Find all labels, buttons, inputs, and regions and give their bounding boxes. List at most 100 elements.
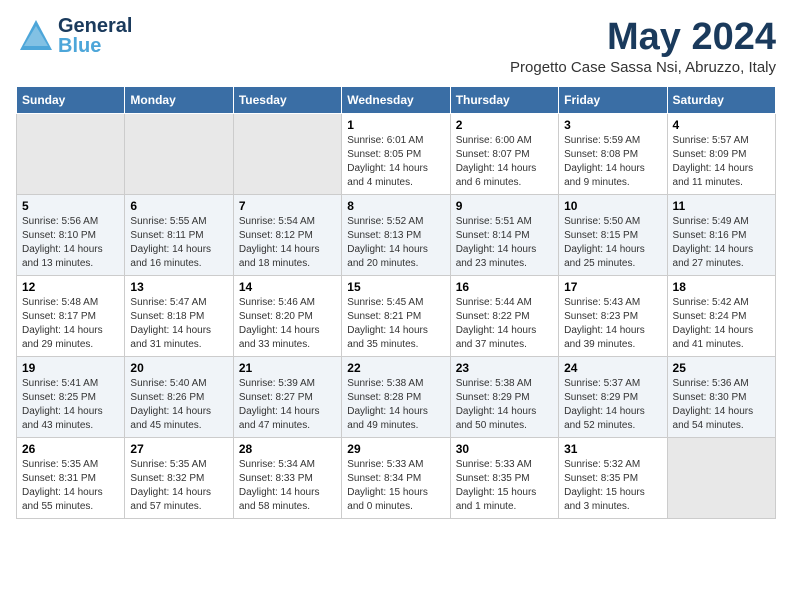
calendar-week-row: 5Sunrise: 5:56 AMSunset: 8:10 PMDaylight…: [17, 195, 776, 276]
day-number: 9: [456, 199, 553, 213]
calendar-week-row: 12Sunrise: 5:48 AMSunset: 8:17 PMDayligh…: [17, 276, 776, 357]
day-info: Sunrise: 6:00 AMSunset: 8:07 PMDaylight:…: [456, 134, 553, 190]
logo-general-text: General: [58, 16, 132, 36]
day-info: Sunrise: 6:01 AMSunset: 8:05 PMDaylight:…: [347, 134, 444, 190]
day-info: Sunrise: 5:50 AMSunset: 8:15 PMDaylight:…: [564, 215, 661, 271]
day-info: Sunrise: 5:40 AMSunset: 8:26 PMDaylight:…: [130, 377, 227, 433]
calendar-cell: 9 Sunrise: 5:51 AMSunset: 8:14 PMDaylight…: [450, 195, 558, 276]
weekday-header-tuesday: Tuesday: [233, 87, 341, 114]
calendar-cell: 16 Sunrise: 5:44 AMSunset: 8:22 PMDayligh…: [450, 276, 558, 357]
weekday-header-sunday: Sunday: [17, 87, 125, 114]
day-info: Sunrise: 5:54 AMSunset: 8:12 PMDaylight:…: [239, 215, 336, 271]
day-number: 14: [239, 280, 336, 294]
calendar-table: SundayMondayTuesdayWednesdayThursdayFrid…: [16, 86, 776, 519]
day-info: Sunrise: 5:57 AMSunset: 8:09 PMDaylight:…: [673, 134, 770, 190]
calendar-cell: 15Sunrise: 5:45 AMSunset: 8:21 PMDayligh…: [342, 276, 450, 357]
day-number: 29: [347, 442, 444, 456]
day-number: 25: [673, 361, 770, 375]
day-number: 3: [564, 118, 661, 132]
day-info: Sunrise: 5:44 AMSunset: 8:22 PMDaylight:…: [456, 296, 553, 352]
calendar-cell: 10 Sunrise: 5:50 AMSunset: 8:15 PMDayligh…: [559, 195, 667, 276]
logo-blue-text: Blue: [58, 36, 132, 56]
calendar-cell: 5Sunrise: 5:56 AMSunset: 8:10 PMDaylight…: [17, 195, 125, 276]
calendar-cell: 27 Sunrise: 5:35 AMSunset: 8:32 PMDayligh…: [125, 438, 233, 519]
day-info: Sunrise: 5:51 AMSunset: 8:14 PMDaylight:…: [456, 215, 553, 271]
calendar-cell: [667, 438, 775, 519]
day-number: 19: [22, 361, 119, 375]
calendar-week-row: 26Sunrise: 5:35 AMSunset: 8:31 PMDayligh…: [17, 438, 776, 519]
calendar-week-row: 1 Sunrise: 6:01 AMSunset: 8:05 PMDaylight…: [17, 114, 776, 195]
calendar-cell: 12Sunrise: 5:48 AMSunset: 8:17 PMDayligh…: [17, 276, 125, 357]
calendar-cell: 11Sunrise: 5:49 AMSunset: 8:16 PMDayligh…: [667, 195, 775, 276]
calendar-cell: 7Sunrise: 5:54 AMSunset: 8:12 PMDaylight…: [233, 195, 341, 276]
calendar-cell: 29Sunrise: 5:33 AMSunset: 8:34 PMDayligh…: [342, 438, 450, 519]
calendar-cell: 3 Sunrise: 5:59 AMSunset: 8:08 PMDaylight…: [559, 114, 667, 195]
day-number: 27: [130, 442, 227, 456]
day-number: 10: [564, 199, 661, 213]
calendar-cell: [125, 114, 233, 195]
day-info: Sunrise: 5:49 AMSunset: 8:16 PMDaylight:…: [673, 215, 770, 271]
calendar-cell: 20 Sunrise: 5:40 AMSunset: 8:26 PMDayligh…: [125, 357, 233, 438]
weekday-header-thursday: Thursday: [450, 87, 558, 114]
day-info: Sunrise: 5:32 AMSunset: 8:35 PMDaylight:…: [564, 458, 661, 514]
title-block: May 2024 Progetto Case Sassa Nsi, Abruzz…: [510, 16, 776, 76]
calendar-cell: [233, 114, 341, 195]
day-number: 20: [130, 361, 227, 375]
weekday-header-wednesday: Wednesday: [342, 87, 450, 114]
day-info: Sunrise: 5:55 AMSunset: 8:11 PMDaylight:…: [130, 215, 227, 271]
day-info: Sunrise: 5:35 AMSunset: 8:32 PMDaylight:…: [130, 458, 227, 514]
day-number: 13: [130, 280, 227, 294]
calendar-cell: 19 Sunrise: 5:41 AMSunset: 8:25 PMDayligh…: [17, 357, 125, 438]
day-number: 23: [456, 361, 553, 375]
logo-icon: [16, 16, 56, 56]
day-info: Sunrise: 5:52 AMSunset: 8:13 PMDaylight:…: [347, 215, 444, 271]
calendar-cell: 30 Sunrise: 5:33 AMSunset: 8:35 PMDayligh…: [450, 438, 558, 519]
calendar-cell: 25 Sunrise: 5:36 AMSunset: 8:30 PMDayligh…: [667, 357, 775, 438]
day-info: Sunrise: 5:41 AMSunset: 8:25 PMDaylight:…: [22, 377, 119, 433]
day-number: 1: [347, 118, 444, 132]
weekday-header-monday: Monday: [125, 87, 233, 114]
day-number: 28: [239, 442, 336, 456]
logo-text: General Blue: [58, 16, 132, 56]
day-number: 30: [456, 442, 553, 456]
day-info: Sunrise: 5:43 AMSunset: 8:23 PMDaylight:…: [564, 296, 661, 352]
day-number: 2: [456, 118, 553, 132]
day-number: 18: [673, 280, 770, 294]
day-info: Sunrise: 5:37 AMSunset: 8:29 PMDaylight:…: [564, 377, 661, 433]
calendar-cell: 26Sunrise: 5:35 AMSunset: 8:31 PMDayligh…: [17, 438, 125, 519]
calendar-cell: 8 Sunrise: 5:52 AMSunset: 8:13 PMDaylight…: [342, 195, 450, 276]
calendar-cell: 31Sunrise: 5:32 AMSunset: 8:35 PMDayligh…: [559, 438, 667, 519]
day-info: Sunrise: 5:38 AMSunset: 8:29 PMDaylight:…: [456, 377, 553, 433]
day-number: 21: [239, 361, 336, 375]
calendar-cell: 1 Sunrise: 6:01 AMSunset: 8:05 PMDaylight…: [342, 114, 450, 195]
calendar-cell: 2 Sunrise: 6:00 AMSunset: 8:07 PMDaylight…: [450, 114, 558, 195]
day-number: 8: [347, 199, 444, 213]
day-info: Sunrise: 5:59 AMSunset: 8:08 PMDaylight:…: [564, 134, 661, 190]
day-number: 5: [22, 199, 119, 213]
day-number: 16: [456, 280, 553, 294]
calendar-cell: 6Sunrise: 5:55 AMSunset: 8:11 PMDaylight…: [125, 195, 233, 276]
day-info: Sunrise: 5:38 AMSunset: 8:28 PMDaylight:…: [347, 377, 444, 433]
calendar-cell: 17 Sunrise: 5:43 AMSunset: 8:23 PMDayligh…: [559, 276, 667, 357]
location-subtitle: Progetto Case Sassa Nsi, Abruzzo, Italy: [510, 59, 776, 76]
month-title: May 2024: [510, 16, 776, 59]
day-number: 17: [564, 280, 661, 294]
calendar-cell: 13 Sunrise: 5:47 AMSunset: 8:18 PMDayligh…: [125, 276, 233, 357]
calendar-cell: 21Sunrise: 5:39 AMSunset: 8:27 PMDayligh…: [233, 357, 341, 438]
weekday-header-saturday: Saturday: [667, 87, 775, 114]
calendar-cell: 24Sunrise: 5:37 AMSunset: 8:29 PMDayligh…: [559, 357, 667, 438]
calendar-header-row: SundayMondayTuesdayWednesdayThursdayFrid…: [17, 87, 776, 114]
calendar-cell: 4Sunrise: 5:57 AMSunset: 8:09 PMDaylight…: [667, 114, 775, 195]
day-number: 26: [22, 442, 119, 456]
page-header: General Blue May 2024 Progetto Case Sass…: [16, 16, 776, 76]
calendar-week-row: 19 Sunrise: 5:41 AMSunset: 8:25 PMDayligh…: [17, 357, 776, 438]
calendar-cell: 22 Sunrise: 5:38 AMSunset: 8:28 PMDayligh…: [342, 357, 450, 438]
day-info: Sunrise: 5:36 AMSunset: 8:30 PMDaylight:…: [673, 377, 770, 433]
calendar-cell: 28 Sunrise: 5:34 AMSunset: 8:33 PMDayligh…: [233, 438, 341, 519]
day-info: Sunrise: 5:34 AMSunset: 8:33 PMDaylight:…: [239, 458, 336, 514]
day-info: Sunrise: 5:45 AMSunset: 8:21 PMDaylight:…: [347, 296, 444, 352]
day-info: Sunrise: 5:33 AMSunset: 8:35 PMDaylight:…: [456, 458, 553, 514]
day-number: 22: [347, 361, 444, 375]
day-info: Sunrise: 5:48 AMSunset: 8:17 PMDaylight:…: [22, 296, 119, 352]
day-info: Sunrise: 5:47 AMSunset: 8:18 PMDaylight:…: [130, 296, 227, 352]
